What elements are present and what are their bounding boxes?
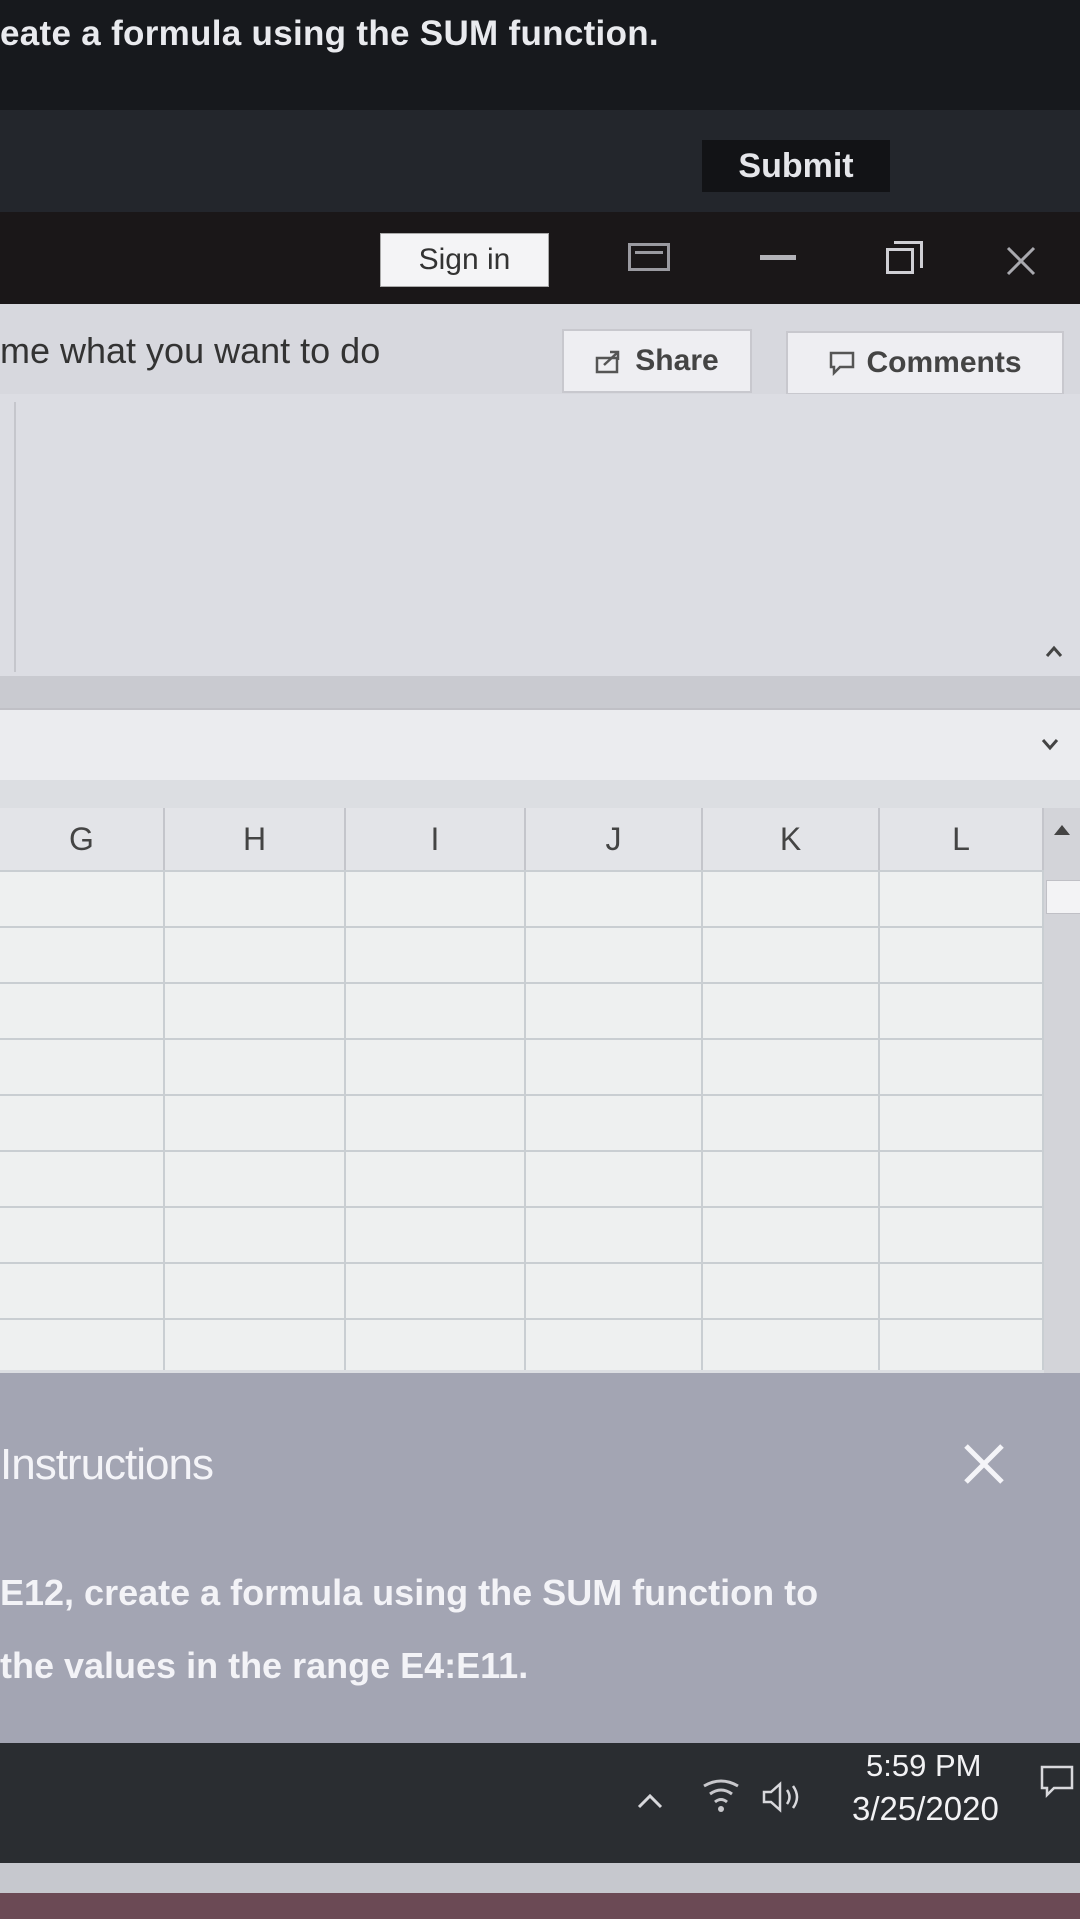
formula-bar-input[interactable] [0,708,1080,782]
restore-icon[interactable] [886,241,923,274]
wifi-icon[interactable] [700,1778,742,1816]
submit-row [0,110,1080,225]
comments-label: Comments [866,346,1022,379]
ribbon-group-divider [0,402,16,672]
scroll-up-arrow-icon[interactable] [1050,820,1074,840]
share-label: Share [635,344,719,377]
collapse-ribbon-icon[interactable] [1044,642,1064,662]
tell-me-search[interactable]: me what you want to do [0,330,380,372]
instructions-panel [0,1373,1080,1743]
close-window-icon[interactable] [1000,240,1042,282]
show-hidden-icons-chevron-icon[interactable] [636,1790,664,1812]
volume-icon[interactable] [760,1780,810,1814]
column-header-h[interactable]: H [165,808,346,870]
instructions-title: Instructions [0,1440,214,1489]
instructions-text-line-1: E12, create a formula using the SUM func… [0,1572,819,1613]
minimize-icon[interactable] [760,255,796,260]
column-header-i[interactable]: I [346,808,526,870]
ribbon-display-options-icon[interactable] [628,243,670,271]
column-header-j[interactable]: J [526,808,703,870]
close-instructions-icon[interactable] [960,1440,1008,1488]
ribbon-panel [0,394,1080,676]
column-header-l[interactable]: L [880,808,1044,870]
sign-in-button[interactable]: Sign in [380,233,549,287]
comment-icon [830,351,855,376]
taskbar-clock-date[interactable]: 3/25/2020 [852,1790,999,1828]
task-instruction-text: eate a formula using the SUM function. [0,14,659,53]
formula-bar-separator [0,676,1080,708]
expand-formula-bar-icon[interactable] [1040,734,1060,754]
submit-button[interactable]: Submit [702,140,890,192]
cell-grid[interactable] [0,870,1044,1370]
action-center-notification-icon[interactable] [1038,1762,1076,1800]
comments-button[interactable]: Comments [786,331,1064,395]
share-button[interactable]: Share [562,329,752,393]
column-header-g[interactable]: G [0,808,165,870]
instructions-text-line-2: the values in the range E4:E11. [0,1645,529,1686]
taskbar-clock-time[interactable]: 5:59 PM [866,1748,981,1784]
column-headers: G H I J K L [0,808,1044,872]
share-icon [596,350,620,374]
column-header-k[interactable]: K [703,808,880,870]
bottom-edge [0,1893,1080,1919]
scrollbar-thumb[interactable] [1046,880,1080,914]
